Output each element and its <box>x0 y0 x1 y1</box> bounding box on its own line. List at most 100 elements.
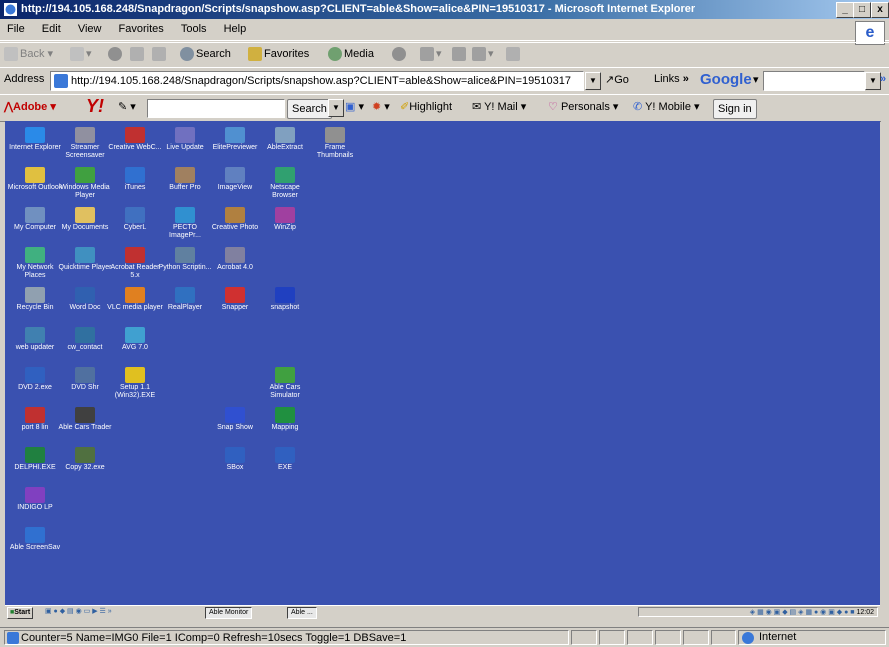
desktop-icon[interactable]: AbleExtract <box>257 127 313 152</box>
desktop-icon[interactable]: Netscape Browser <box>257 167 313 200</box>
desktop-icon[interactable]: Word Doc <box>57 287 113 312</box>
highlight-button[interactable]: ✐Highlight <box>400 100 452 113</box>
desktop-icon-label: PECTO ImagePr... <box>169 224 201 239</box>
yahoo-mobile-button[interactable]: ✆ Y! Mobile ▾ <box>633 100 700 113</box>
desktop-icon[interactable]: VLC media player <box>107 287 163 312</box>
go-button[interactable]: ↗Go <box>605 73 629 86</box>
desktop-icon[interactable]: Able Cars Simulator <box>257 367 313 400</box>
menu-tools[interactable]: Tools <box>174 20 214 38</box>
desktop-icon[interactable]: My Network Places <box>7 247 63 280</box>
desktop-icon[interactable]: Able ScreenSav <box>7 527 63 552</box>
task-able-monitor[interactable]: Able Monitor <box>205 607 253 619</box>
desktop-icon[interactable]: Acrobat Reader 5.x <box>107 247 163 280</box>
yahoo-window-icon[interactable]: ▣ ▾ <box>345 100 364 113</box>
back-button[interactable]: Back ▾ <box>4 47 53 62</box>
menu-view[interactable]: View <box>71 20 109 38</box>
print-button[interactable] <box>452 47 468 61</box>
desktop-icon[interactable]: Creative WebC... <box>107 127 163 152</box>
sign-in-button[interactable]: Sign in <box>713 99 757 119</box>
menu-help[interactable]: Help <box>217 20 254 38</box>
desktop-icon[interactable]: Frame Thumbnails <box>307 127 363 160</box>
desktop-icon[interactable]: Recycle Bin <box>7 287 63 312</box>
yahoo-mail-button[interactable]: ✉ Y! Mail ▾ <box>472 100 526 113</box>
desktop-icon[interactable]: SBox <box>207 447 263 472</box>
desktop-icon[interactable]: Internet Explorer <box>7 127 63 152</box>
yahoo-search-button[interactable]: Search <box>287 99 332 119</box>
desktop-icon[interactable]: CyberL <box>107 207 163 232</box>
address-input[interactable]: http://194.105.168.248/Snapdragon/Script… <box>50 71 584 91</box>
maximize-button[interactable]: □ <box>853 2 871 18</box>
desktop-icon[interactable]: AVG 7.0 <box>107 327 163 352</box>
desktop-icon[interactable]: snapshot <box>257 287 313 312</box>
task-able[interactable]: Able ... <box>287 607 317 619</box>
desktop-icon[interactable]: Snap Show <box>207 407 263 432</box>
history-button[interactable] <box>392 47 408 61</box>
desktop-icon[interactable]: Streamer Screensaver <box>57 127 113 160</box>
desktop-icon[interactable]: iTunes <box>107 167 163 192</box>
menu-favorites[interactable]: Favorites <box>112 20 171 38</box>
home-button[interactable] <box>152 47 168 61</box>
desktop-app-icon <box>25 327 45 343</box>
edit-button[interactable]: ▾ <box>472 47 494 62</box>
links-button[interactable]: Links » <box>654 73 689 85</box>
desktop-icon[interactable]: Able Cars Trader <box>57 407 113 432</box>
desktop-icon-label: My Computer <box>13 224 56 231</box>
personals-button[interactable]: ♡ Personals ▾ <box>548 100 618 113</box>
desktop-icon[interactable]: port 8 lin <box>7 407 63 432</box>
desktop-icon[interactable]: WinZip <box>257 207 313 232</box>
desktop-icon[interactable]: Quicktime Player <box>57 247 113 272</box>
personals-icon: ♡ <box>548 101 558 113</box>
desktop-icon[interactable]: EXE <box>257 447 313 472</box>
menu-edit[interactable]: Edit <box>35 20 68 38</box>
desktop-icon[interactable]: Snapper <box>207 287 263 312</box>
google-dropdown-icon[interactable]: ▾ <box>753 73 759 86</box>
mail-button[interactable]: ▾ <box>420 47 442 62</box>
adobe-button[interactable]: ⋀Adobe ▾ <box>4 100 56 113</box>
google-search-input[interactable] <box>763 71 865 91</box>
desktop-icon[interactable]: ImageView <box>207 167 263 192</box>
desktop-icon[interactable]: Mapping <box>257 407 313 432</box>
minimize-button[interactable]: _ <box>836 2 854 18</box>
yahoo-search-dropdown[interactable]: ▼ <box>328 99 344 117</box>
tray-icons[interactable]: ◈ ▦ ◉ ▣ ◆ ▤ ◈ ▦ ● ◉ ▣ ◆ ● ■ <box>750 609 857 616</box>
desktop-icon[interactable]: DVD 2.exe <box>7 367 63 392</box>
desktop-icon[interactable]: My Documents <box>57 207 113 232</box>
desktop-icon[interactable]: Setup 1.1 (Win32).EXE <box>107 367 163 400</box>
address-dropdown[interactable]: ▼ <box>585 72 601 90</box>
desktop-icon[interactable]: Python Scriptin... <box>157 247 213 272</box>
desktop-icon[interactable]: Microsoft Outlook <box>7 167 63 192</box>
desktop-icon[interactable]: Windows Media Player <box>57 167 113 200</box>
desktop-icon[interactable]: PECTO ImagePr... <box>157 207 213 240</box>
desktop-icon[interactable]: INDIGO LP <box>7 487 63 512</box>
quick-launch-icons[interactable]: ▣ ● ◆ ▤ ◉ ▭ ▶ ☰ » <box>45 607 112 617</box>
desktop-icon[interactable]: Copy 32.exe <box>57 447 113 472</box>
desktop-icon[interactable]: RealPlayer <box>157 287 213 312</box>
desktop-icon[interactable]: Live Update <box>157 127 213 152</box>
yahoo-logo[interactable]: Y! <box>86 96 104 117</box>
toolbar-chevron-icon[interactable]: » <box>880 73 886 85</box>
close-button[interactable]: x <box>871 2 889 18</box>
refresh-button[interactable] <box>130 47 146 61</box>
desktop-icon[interactable]: DELPHI.EXE <box>7 447 63 472</box>
desktop-icon[interactable]: web updater <box>7 327 63 352</box>
desktop-icon[interactable]: Acrobat 4.0 <box>207 247 263 272</box>
desktop-icon[interactable]: cw_contact <box>57 327 113 352</box>
desktop-icon[interactable]: Buffer Pro <box>157 167 213 192</box>
yahoo-pencil-icon[interactable]: ✎ ▾ <box>118 100 136 113</box>
desktop-icon[interactable]: DVD Shr <box>57 367 113 392</box>
google-search-dropdown[interactable]: ▼ <box>865 72 881 90</box>
discuss-button[interactable] <box>506 47 522 61</box>
desktop-icon[interactable]: ElitePreviewer <box>207 127 263 152</box>
start-button[interactable]: ■Start <box>7 607 34 619</box>
desktop-icon[interactable]: My Computer <box>7 207 63 232</box>
yahoo-antispy-icon[interactable]: ✹ ▾ <box>372 100 390 113</box>
forward-button[interactable]: ▾ <box>70 47 92 62</box>
favorites-button[interactable]: Favorites <box>248 47 309 61</box>
search-button[interactable]: Search <box>180 47 231 61</box>
yahoo-toolbar: ⋀Adobe ▾ Y! ✎ ▾ Search ▼ ▣ ▾ ✹ ▾ ✐Highli… <box>0 94 889 122</box>
media-button[interactable]: Media <box>328 47 374 61</box>
stop-button[interactable] <box>108 47 124 61</box>
menu-file[interactable]: File <box>0 20 32 38</box>
desktop-icon[interactable]: Creative Photo <box>207 207 263 232</box>
yahoo-search-input[interactable] <box>147 99 285 118</box>
